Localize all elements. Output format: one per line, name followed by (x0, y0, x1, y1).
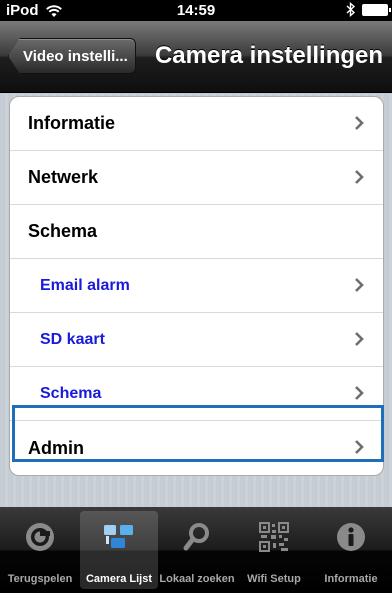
tab-terugspelen[interactable]: Terugspelen (2, 511, 78, 589)
tab-label: Terugspelen (7, 573, 73, 585)
qr-code-icon (256, 519, 292, 555)
chevron-right-icon (355, 116, 364, 130)
settings-content: Informatie Netwerk Schema Email alarm SD… (0, 94, 392, 507)
replay-icon (22, 519, 58, 555)
search-icon (179, 519, 215, 555)
row-netwerk[interactable]: Netwerk (10, 151, 383, 205)
row-label: Informatie (28, 113, 116, 133)
page-title: Camera instellingen (154, 42, 384, 69)
tab-camera-lijst[interactable]: Camera Lijst (80, 511, 158, 589)
status-time: 14:59 (176, 2, 216, 19)
row-informatie[interactable]: Informatie (10, 97, 383, 151)
tab-informatie[interactable]: Informatie (312, 511, 390, 589)
tab-wifi-setup[interactable]: Wifi Setup (238, 511, 310, 589)
row-label: Email alarm (40, 276, 130, 294)
row-label: Netwerk (28, 167, 99, 187)
bluetooth-icon (346, 2, 356, 17)
row-label: Schema (40, 384, 102, 402)
tab-label: Wifi Setup (247, 573, 301, 585)
tab-lokaal-zoeken[interactable]: Lokaal zoeken (159, 511, 235, 589)
info-icon (333, 519, 369, 555)
navigation-bar: Video instelli... Camera instellingen (0, 21, 392, 93)
row-label: Schema (28, 221, 98, 241)
tab-bar: Terugspelen Camera Lijst Lokaal zoeken W… (0, 507, 392, 593)
camera-list-icon (101, 519, 137, 555)
chevron-right-icon (355, 386, 364, 400)
back-button[interactable]: Video instelli... (8, 38, 136, 74)
row-label: SD kaart (40, 330, 105, 348)
chevron-right-icon (355, 332, 364, 346)
row-email-alarm[interactable]: Email alarm (10, 259, 383, 313)
row-sd-kaart[interactable]: SD kaart (10, 313, 383, 367)
tab-label: Camera Lijst (85, 573, 153, 585)
chevron-right-icon (355, 278, 364, 292)
chevron-right-icon (355, 170, 364, 184)
status-bar: iPod 14:59 (0, 0, 392, 21)
battery-icon (362, 3, 391, 16)
tab-label: Lokaal zoeken (159, 573, 235, 585)
tab-label: Informatie (324, 573, 378, 585)
selection-highlight (12, 405, 384, 462)
row-schema-header: Schema (10, 205, 383, 259)
